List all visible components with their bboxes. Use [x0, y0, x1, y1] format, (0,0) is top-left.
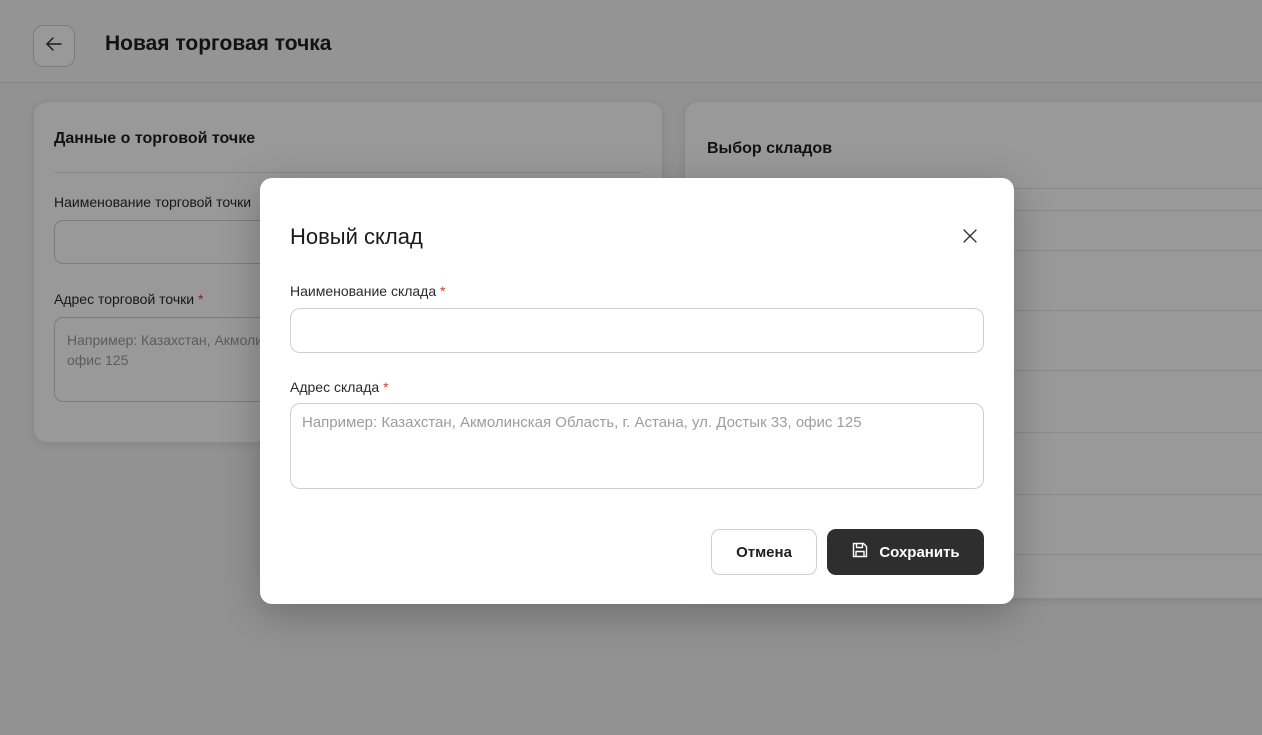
new-warehouse-dialog: Новый склад Наименование склада * Адрес …	[260, 178, 1014, 604]
warehouse-address-textarea[interactable]	[290, 403, 984, 489]
warehouse-name-input[interactable]	[290, 308, 984, 353]
dialog-title: Новый склад	[290, 224, 423, 249]
close-button[interactable]	[958, 226, 982, 250]
cancel-button[interactable]: Отмена	[711, 529, 817, 575]
warehouse-address-label: Адрес склада *	[290, 379, 389, 395]
save-button[interactable]: Сохранить	[827, 529, 984, 575]
save-button-label: Сохранить	[879, 543, 960, 561]
floppy-disk-icon	[851, 541, 869, 563]
warehouse-name-label: Наименование склада *	[290, 283, 446, 299]
close-icon	[962, 228, 978, 249]
